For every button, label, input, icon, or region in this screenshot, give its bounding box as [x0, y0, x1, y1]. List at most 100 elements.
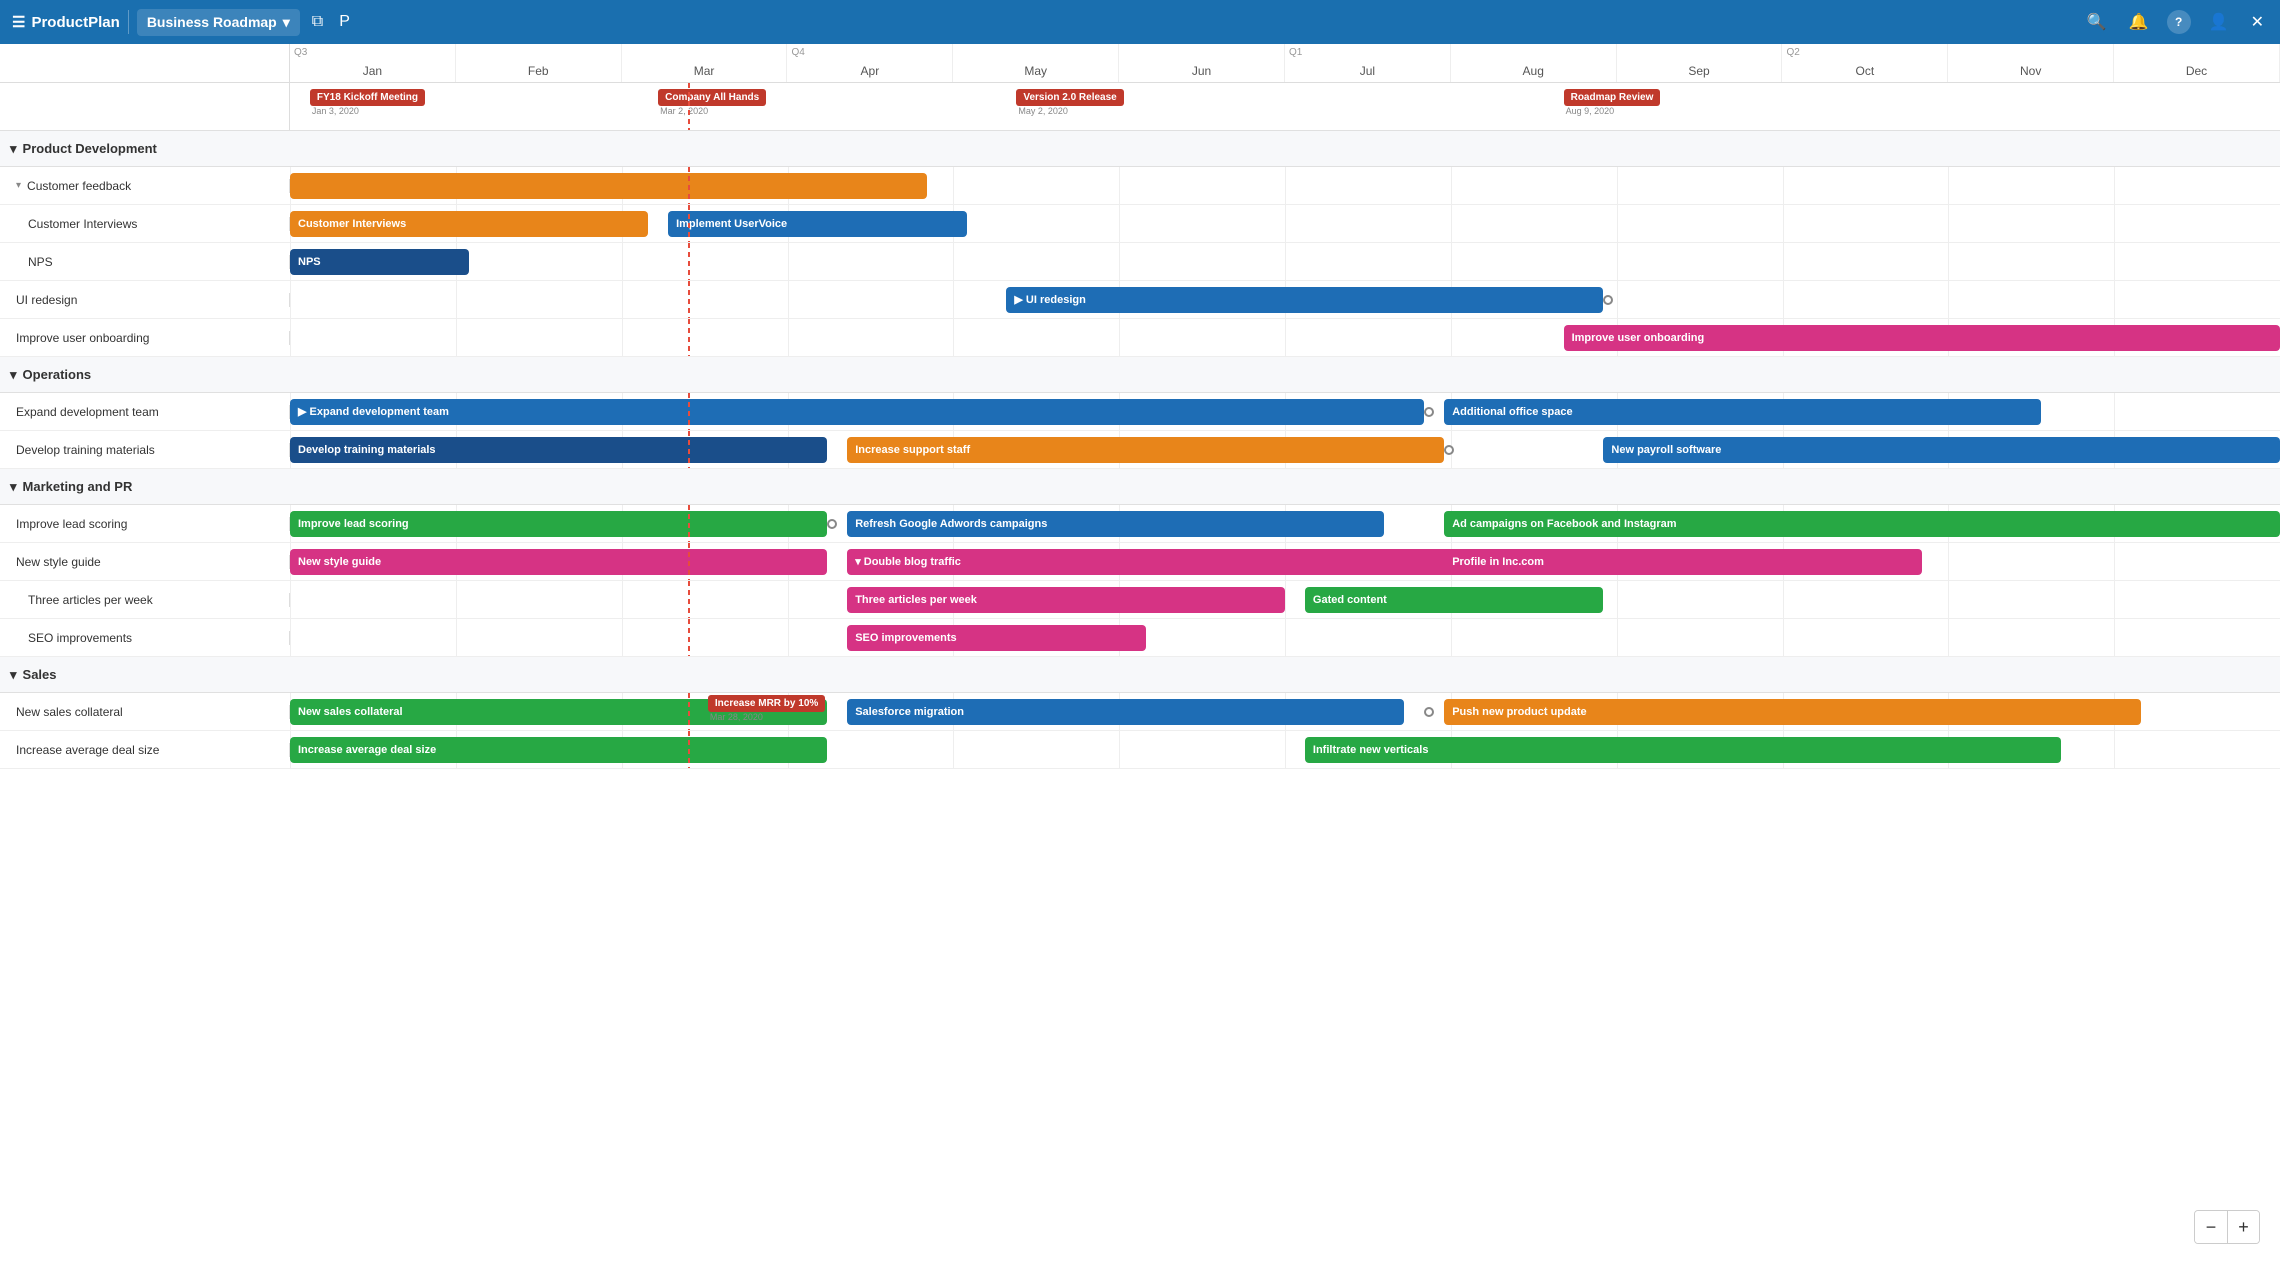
gantt-bar[interactable]: Three articles per week — [847, 587, 1285, 613]
row-label: SEO improvements — [0, 631, 290, 645]
month-grid-line — [1948, 243, 1949, 280]
gantt-bar[interactable]: Infiltrate new verticals — [1305, 737, 2061, 763]
month-grid-line — [1285, 731, 1286, 768]
gantt-bar[interactable]: Push new product update — [1444, 699, 2141, 725]
gantt-bar[interactable]: New payroll software — [1603, 437, 2280, 463]
month-grid-line — [290, 281, 291, 318]
gantt-bar[interactable]: ▶ UI redesign — [1006, 287, 1603, 313]
month-grid-line — [1948, 167, 1949, 204]
today-line-row — [688, 281, 690, 318]
gantt-row: Customer InterviewsCustomer Interviews Im… — [0, 205, 2280, 243]
gantt-bar[interactable]: Profile in Inc.com — [1444, 549, 1922, 575]
milestone-dot — [1603, 295, 1613, 305]
group-header-sales[interactable]: ▾Sales — [0, 657, 2280, 693]
gantt-row: NPSNPS — [0, 243, 2280, 281]
row-label: Customer Interviews — [0, 217, 290, 231]
gantt-row: New sales collateralIncrease MRR by 10%M… — [0, 693, 2280, 731]
month-grid-line — [456, 581, 457, 618]
dropdown-arrow-icon: ▾ — [283, 14, 290, 31]
timeline-months: JanQ3FebMarAprQ4MayJunJulQ1AugSepOctQ2No… — [290, 44, 2280, 82]
month-grid-line — [2114, 205, 2115, 242]
milestone-area: FY18 Kickoff MeetingJan 3, 2020 Company A… — [290, 83, 2280, 130]
gantt-row: ▾ Customer feedback — [0, 167, 2280, 205]
gantt-bar[interactable]: Develop training materials — [290, 437, 827, 463]
row-label: Expand development team — [0, 405, 290, 419]
gantt-area — [290, 167, 2280, 204]
close-button[interactable]: ✕ — [2247, 8, 2268, 36]
roadmap-container: JanQ3FebMarAprQ4MayJunJulQ1AugSepOctQ2No… — [0, 44, 2280, 1264]
gantt-bar[interactable]: Increase support staff — [847, 437, 1444, 463]
zoom-out-button[interactable]: − — [2195, 1211, 2227, 1243]
month-grid-line — [1119, 731, 1120, 768]
gantt-bar[interactable]: ▶ Expand development team — [290, 399, 1424, 425]
month-grid-line — [290, 319, 291, 356]
user-button[interactable]: 👤 — [2205, 8, 2233, 36]
group-arrow-icon: ▾ — [10, 367, 17, 383]
milestone-dot — [1444, 445, 1454, 455]
milestone-3[interactable]: Roadmap ReviewAug 9, 2020 — [1564, 89, 1661, 116]
gantt-bar[interactable]: Refresh Google Adwords campaigns — [847, 511, 1384, 537]
group-arrow-icon: ▾ — [10, 141, 17, 157]
group-arrow-icon: ▾ — [10, 479, 17, 495]
timeline-header: JanQ3FebMarAprQ4MayJunJulQ1AugSepOctQ2No… — [0, 44, 2280, 83]
gantt-bar[interactable]: Additional office space — [1444, 399, 2041, 425]
quarter-label-Q1: Q1 — [1289, 47, 1302, 58]
gantt-bar[interactable]: Customer Interviews — [290, 211, 648, 237]
month-grid-line — [1451, 205, 1452, 242]
group-header-marketing[interactable]: ▾Marketing and PR — [0, 469, 2280, 505]
month-grid-line — [1948, 281, 1949, 318]
gantt-bar[interactable]: Improve user onboarding — [1564, 325, 2280, 351]
month-grid-line — [1285, 205, 1286, 242]
copy-button[interactable]: ⧉ — [308, 9, 327, 35]
row-label-text: Customer feedback — [27, 179, 131, 193]
month-grid-line — [1451, 619, 1452, 656]
month-grid-line — [1285, 167, 1286, 204]
save-button[interactable]: P — [335, 9, 354, 35]
gantt-bar[interactable]: ▾ Double blog traffic — [847, 549, 1484, 575]
gantt-bar[interactable]: New style guide — [290, 549, 827, 575]
month-grid-line — [456, 619, 457, 656]
group-header-product[interactable]: ▾Product Development — [0, 131, 2280, 167]
row-label: ▾ Customer feedback — [0, 179, 290, 193]
row-label: UI redesign — [0, 293, 290, 307]
row-label: New style guide — [0, 555, 290, 569]
gantt-bar[interactable]: Improve lead scoring — [290, 511, 827, 537]
month-grid-line — [2114, 167, 2115, 204]
hamburger-icon[interactable]: ☰ — [12, 13, 25, 31]
gantt-bar[interactable]: Salesforce migration — [847, 699, 1404, 725]
quarter-label-Q2: Q2 — [1786, 47, 1799, 58]
month-grid-line — [290, 619, 291, 656]
gantt-bar[interactable]: Implement UserVoice — [668, 211, 967, 237]
zoom-in-button[interactable]: + — [2227, 1211, 2259, 1243]
month-col-may: May — [953, 44, 1119, 82]
gantt-bar[interactable]: Increase average deal size — [290, 737, 827, 763]
month-grid-line — [1783, 619, 1784, 656]
milestone-dot — [827, 519, 837, 529]
month-grid-line — [953, 281, 954, 318]
month-grid-line — [1948, 543, 1949, 580]
month-col-jul: JulQ1 — [1285, 44, 1451, 82]
gantt-bar[interactable]: NPS — [290, 249, 469, 275]
gantt-bar[interactable] — [290, 173, 927, 199]
milestone-dot — [1424, 707, 1434, 717]
group-header-operations[interactable]: ▾Operations — [0, 357, 2280, 393]
gantt-bar[interactable]: Ad campaigns on Facebook and Instagram — [1444, 511, 2280, 537]
milestone-mrr[interactable]: Increase MRR by 10%Mar 28, 2020 — [708, 695, 825, 722]
roadmap-title-button[interactable]: Business Roadmap ▾ — [137, 9, 300, 36]
milestone-1[interactable]: Company All HandsMar 2, 2020 — [658, 89, 766, 116]
month-grid-line — [1617, 205, 1618, 242]
gantt-area: Develop training materials Increase suppo… — [290, 431, 2280, 468]
milestone-2[interactable]: Version 2.0 ReleaseMay 2, 2020 — [1016, 89, 1123, 116]
notifications-button[interactable]: 🔔 — [2125, 8, 2153, 36]
help-button[interactable]: ? — [2167, 10, 2191, 34]
gantt-bar[interactable]: SEO improvements — [847, 625, 1146, 651]
gantt-row: Three articles per weekThree articles pe… — [0, 581, 2280, 619]
month-col-apr: AprQ4 — [787, 44, 953, 82]
month-col-sep: Sep — [1617, 44, 1783, 82]
month-grid-line — [1451, 243, 1452, 280]
gantt-bar[interactable]: Gated content — [1305, 587, 1604, 613]
milestone-0[interactable]: FY18 Kickoff MeetingJan 3, 2020 — [310, 89, 425, 116]
roadmap-title-label: Business Roadmap — [147, 14, 277, 30]
month-grid-line — [953, 167, 954, 204]
search-button[interactable]: 🔍 — [2083, 8, 2111, 36]
